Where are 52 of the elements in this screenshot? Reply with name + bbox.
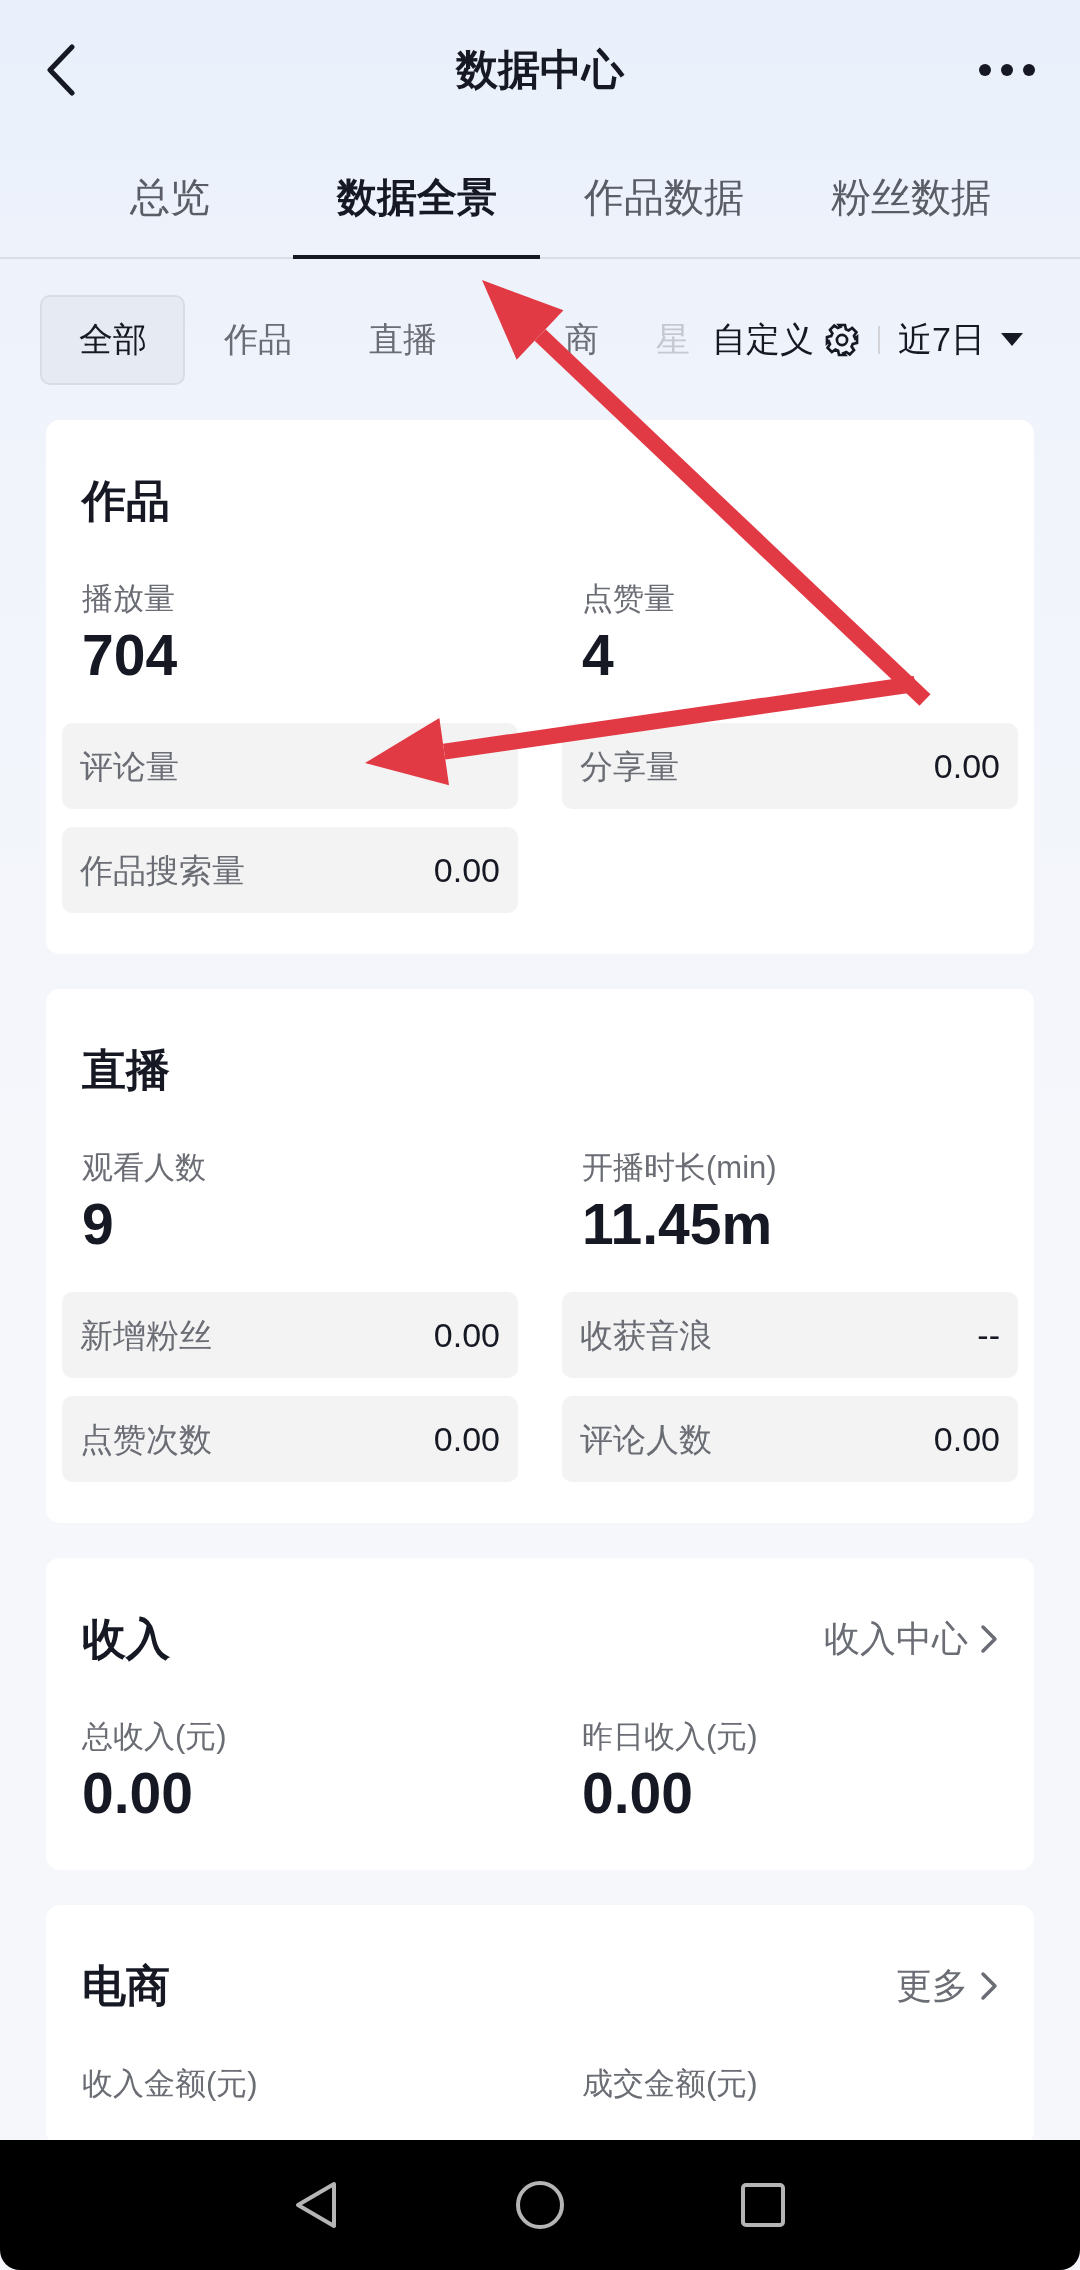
stat-value: 0.00 (433, 853, 500, 887)
page-title: 数据中心 (454, 45, 626, 95)
metric-value: 9 (82, 1191, 114, 1258)
stat-value: 0.00 (933, 1422, 1000, 1456)
metric-label: 播放量 (82, 580, 175, 618)
filter-chip[interactable]: 作品 (185, 294, 330, 385)
metric-label: 开播时长(min) (582, 1149, 777, 1187)
chevron-icon[interactable] (980, 1624, 998, 1654)
metric-value: 0.00 (582, 1760, 693, 1827)
metric-value: 4 (582, 622, 614, 689)
filter-chip[interactable]: 全部 (40, 294, 185, 385)
section-title: 电商 (82, 1959, 170, 2012)
metric-label: 总收入(元) (82, 1718, 227, 1756)
caret-icon[interactable] (1000, 332, 1023, 347)
tab[interactable]: 总览 (46, 140, 293, 259)
stat-value: -- (977, 1318, 1000, 1352)
metric-value: 0.00 (82, 1760, 193, 1827)
stat-label: 分享量 (580, 749, 679, 783)
tab[interactable]: 数据全景 (293, 140, 540, 259)
more-link[interactable]: 更多 (896, 1961, 998, 2011)
stat-label: 作品搜索量 (80, 853, 245, 887)
stat-value: 0.00 (433, 1318, 500, 1352)
stat-label: 点赞次数 (80, 1422, 212, 1456)
tab[interactable]: 作品数据 (540, 140, 787, 259)
metric-value: 11.45m (582, 1191, 773, 1258)
metric-label: 成交金额(元) (582, 2065, 758, 2103)
back-icon[interactable] (46, 44, 76, 96)
tab[interactable]: 粉丝数据 (787, 140, 1034, 259)
section-title: 收入 (82, 1612, 170, 1665)
date-range-dropdown[interactable]: 近7日 (898, 316, 985, 363)
section-title: 直播 (82, 1043, 170, 1096)
stat-value: 0.00 (933, 749, 1000, 783)
stat-value: 0.00 (433, 1422, 500, 1456)
settings-icon[interactable] (824, 321, 860, 358)
metric-label: 点赞量 (582, 580, 675, 618)
home-icon[interactable] (515, 2180, 565, 2230)
recent-apps-icon[interactable] (740, 2182, 786, 2228)
stat-label: 收获音浪 (580, 1318, 712, 1352)
metric-label: 观看人数 (82, 1149, 206, 1187)
metric-value: 704 (82, 622, 178, 689)
filter-chip[interactable]: 直播 (330, 294, 475, 385)
customize-link[interactable]: 自定义 (712, 316, 814, 363)
stat-label: 评论人数 (580, 1422, 712, 1456)
metric-label: 昨日收入(元) (582, 1718, 758, 1756)
more-link[interactable]: 收入中心 (824, 1614, 998, 1664)
chevron-icon[interactable] (980, 1971, 998, 2001)
filter-chip[interactable]: 商 (475, 294, 620, 385)
more-icon[interactable] (978, 63, 1036, 77)
section-title: 作品 (82, 474, 170, 527)
stat-label: 评论量 (80, 749, 179, 783)
metric-label: 收入金额(元) (82, 2065, 258, 2103)
stat-label: 新增粉丝 (80, 1318, 212, 1352)
